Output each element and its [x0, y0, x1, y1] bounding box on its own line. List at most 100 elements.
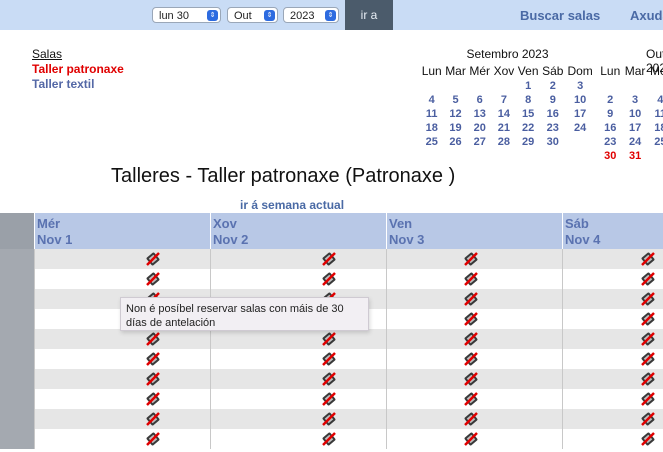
booking-slot[interactable] [386, 309, 562, 329]
booking-slot[interactable] [386, 389, 562, 409]
booking-slot[interactable] [562, 409, 663, 429]
calendar-day[interactable]: 21 [492, 121, 516, 135]
calendar-day[interactable]: 2 [540, 79, 565, 93]
booking-slot[interactable] [562, 329, 663, 349]
day-header[interactable]: Mér Nov 1 [34, 213, 210, 249]
calendar-day[interactable]: 18 [648, 121, 663, 135]
calendar-day[interactable]: 23 [598, 135, 622, 149]
calendar-day[interactable]: 17 [622, 121, 647, 135]
calendar-day[interactable]: 30 [540, 135, 565, 149]
calendar-day[interactable]: 16 [540, 107, 565, 121]
booking-slot[interactable] [34, 329, 210, 349]
day-select[interactable]: lun 30 ⇕ [152, 7, 221, 23]
help-link[interactable]: Axuda [630, 8, 663, 23]
booking-slot[interactable] [34, 249, 210, 269]
year-select[interactable]: 2023 ⇕ [283, 7, 339, 23]
month-select[interactable]: Out ⇕ [227, 7, 278, 23]
booking-slot[interactable] [210, 329, 386, 349]
calendar-day[interactable]: 18 [420, 121, 443, 135]
booking-slot[interactable] [386, 349, 562, 369]
booking-slot[interactable] [210, 369, 386, 389]
booking-slot[interactable] [210, 349, 386, 369]
calendar-day[interactable]: 4 [648, 93, 663, 107]
calendar-day[interactable]: 23 [540, 121, 565, 135]
calendar-empty-cell [598, 79, 622, 93]
calendar-day[interactable]: 5 [443, 93, 467, 107]
calendar-day[interactable]: 12 [443, 107, 467, 121]
calendar-day[interactable]: 10 [622, 107, 647, 121]
booking-slot[interactable] [562, 269, 663, 289]
booking-slot[interactable] [562, 429, 663, 449]
calendar-day[interactable]: 24 [565, 121, 595, 135]
booking-slot[interactable] [210, 429, 386, 449]
time-slot-row [0, 329, 663, 349]
calendar-day[interactable]: 3 [622, 93, 647, 107]
booking-slot[interactable] [562, 249, 663, 269]
booking-slot[interactable] [386, 269, 562, 289]
booking-slot[interactable] [210, 269, 386, 289]
booking-slot[interactable] [210, 389, 386, 409]
booking-slot[interactable] [386, 289, 562, 309]
calendar-day[interactable]: 9 [540, 93, 565, 107]
calendar-day[interactable]: 16 [598, 121, 622, 135]
calendar-day[interactable]: 6 [468, 93, 492, 107]
calendar-day[interactable]: 8 [516, 93, 540, 107]
calendar-day[interactable]: 20 [468, 121, 492, 135]
booking-slot[interactable] [386, 249, 562, 269]
booking-slot[interactable] [34, 389, 210, 409]
day-header[interactable]: Xov Nov 2 [210, 213, 386, 249]
booking-slot[interactable] [386, 369, 562, 389]
booking-slot[interactable] [386, 409, 562, 429]
calendar-day[interactable]: 31 [622, 149, 647, 163]
calendar-day[interactable]: 13 [468, 107, 492, 121]
calendar-day[interactable]: 11 [648, 107, 663, 121]
calendar-day[interactable]: 1 [516, 79, 540, 93]
calendar-day[interactable]: 9 [598, 107, 622, 121]
area-item-taller-patronaxe[interactable]: Taller patronaxe [32, 62, 124, 77]
booking-slot[interactable] [210, 249, 386, 269]
calendar-day[interactable]: 26 [443, 135, 467, 149]
calendar-day[interactable]: 24 [622, 135, 647, 149]
calendar-day[interactable]: 2 [598, 93, 622, 107]
go-button[interactable]: ir a [345, 0, 393, 30]
booking-slot[interactable] [210, 409, 386, 429]
booking-slot[interactable] [562, 349, 663, 369]
calendar-day[interactable]: 25 [648, 135, 663, 149]
booking-slot[interactable] [34, 349, 210, 369]
calendar-day[interactable]: 25 [420, 135, 443, 149]
calendar-day[interactable]: 27 [468, 135, 492, 149]
calendar-day[interactable]: 30 [598, 149, 622, 163]
calendar-day[interactable]: 29 [516, 135, 540, 149]
day-header[interactable]: Sáb Nov 4 [562, 213, 663, 249]
search-rooms-link[interactable]: Buscar salas [520, 8, 600, 23]
weekday-label: Lun [600, 64, 621, 78]
calendar-day[interactable]: 7 [492, 93, 516, 107]
calendar-day[interactable]: 22 [516, 121, 540, 135]
booking-slot[interactable] [34, 269, 210, 289]
booking-slot[interactable] [34, 369, 210, 389]
booking-slot[interactable] [386, 329, 562, 349]
area-item-taller-textil[interactable]: Taller textil [32, 77, 124, 92]
no-booking-icon [145, 391, 161, 407]
calendar-day[interactable]: 15 [516, 107, 540, 121]
booking-slot[interactable] [34, 409, 210, 429]
booking-slot[interactable] [562, 289, 663, 309]
calendar-day[interactable]: 17 [565, 107, 595, 121]
booking-slot[interactable] [562, 309, 663, 329]
booking-slot[interactable] [562, 389, 663, 409]
calendar-day[interactable]: 4 [420, 93, 443, 107]
calendar-day[interactable]: 10 [565, 93, 595, 107]
current-week-link[interactable]: ir á semana actual [240, 198, 344, 212]
day-header[interactable]: Ven Nov 3 [386, 213, 562, 249]
booking-slot[interactable] [386, 429, 562, 449]
time-slot-row [0, 269, 663, 289]
booking-slot[interactable] [34, 429, 210, 449]
calendar-day[interactable]: 14 [492, 107, 516, 121]
no-booking-icon [640, 271, 656, 287]
calendar-day[interactable]: 28 [492, 135, 516, 149]
calendar-day[interactable]: 3 [565, 79, 595, 93]
calendar-day[interactable]: 11 [420, 107, 443, 121]
calendar-day[interactable]: 19 [443, 121, 467, 135]
booking-slot[interactable] [562, 369, 663, 389]
no-booking-icon [463, 271, 479, 287]
